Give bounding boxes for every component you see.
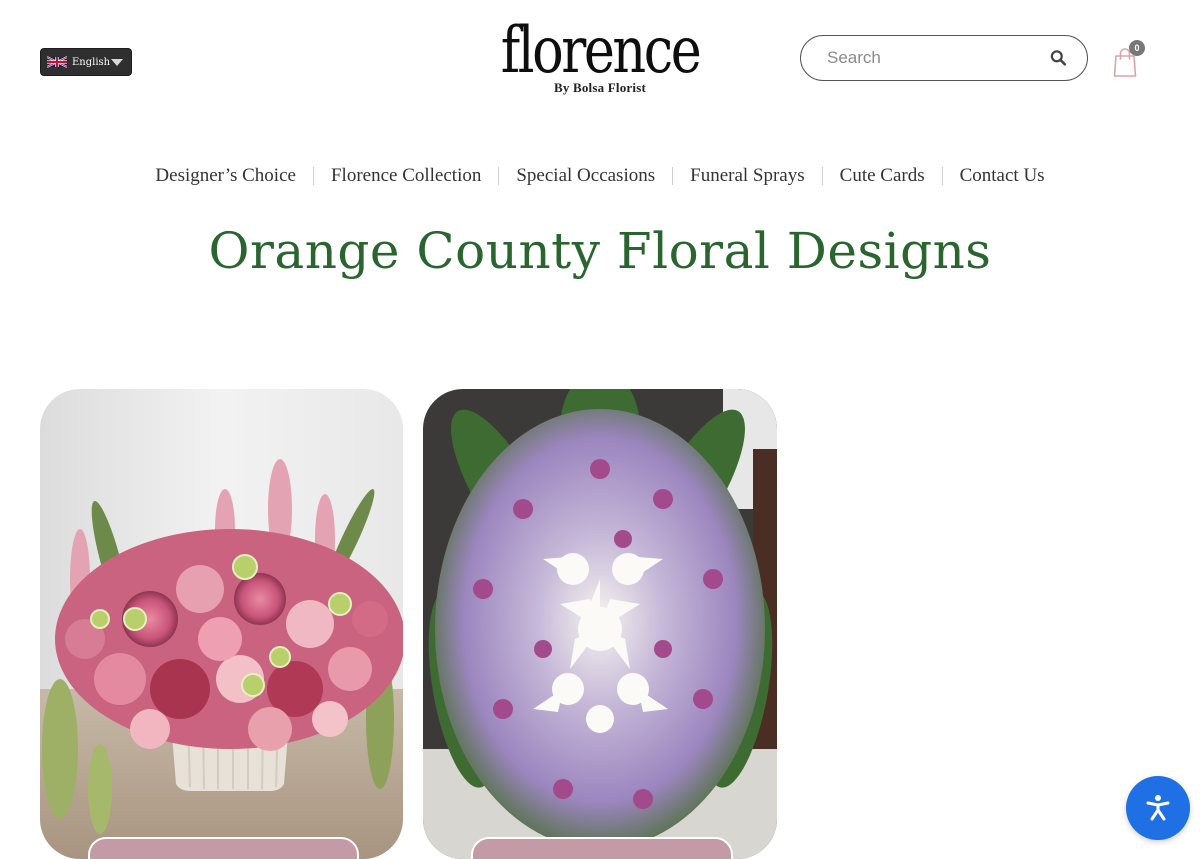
accessibility-button[interactable] [1126, 776, 1190, 840]
nav-item-designers-choice[interactable]: Designer’s Choice [138, 160, 313, 192]
cart-count-badge: 0 [1129, 40, 1145, 56]
nav-item-funeral-sprays[interactable]: Funeral Sprays [673, 160, 822, 192]
card-action-button[interactable] [471, 837, 733, 859]
product-image-funeral-spray [423, 389, 777, 859]
cart-button[interactable]: 0 [1112, 40, 1145, 77]
nav-item-special-occasions[interactable]: Special Occasions [499, 160, 672, 192]
product-image-pink-bouquet [40, 389, 403, 859]
product-card-funeral-spray[interactable] [423, 389, 777, 859]
nav-item-contact-us[interactable]: Contact Us [943, 160, 1062, 192]
search-input[interactable] [825, 47, 1050, 69]
main-nav: Designer’s Choice Florence Collection Sp… [0, 160, 1200, 192]
search-icon[interactable] [1050, 49, 1067, 67]
page-title: Orange County Floral Designs [208, 222, 992, 280]
logo-wordmark: florence [500, 14, 702, 88]
accessibility-icon [1146, 795, 1170, 821]
nav-item-cute-cards[interactable]: Cute Cards [823, 160, 942, 192]
card-action-button[interactable] [88, 837, 359, 859]
nav-item-florence-collection[interactable]: Florence Collection [314, 160, 498, 192]
search-bar [800, 35, 1088, 81]
product-card-pink-arrangement[interactable] [40, 389, 403, 859]
